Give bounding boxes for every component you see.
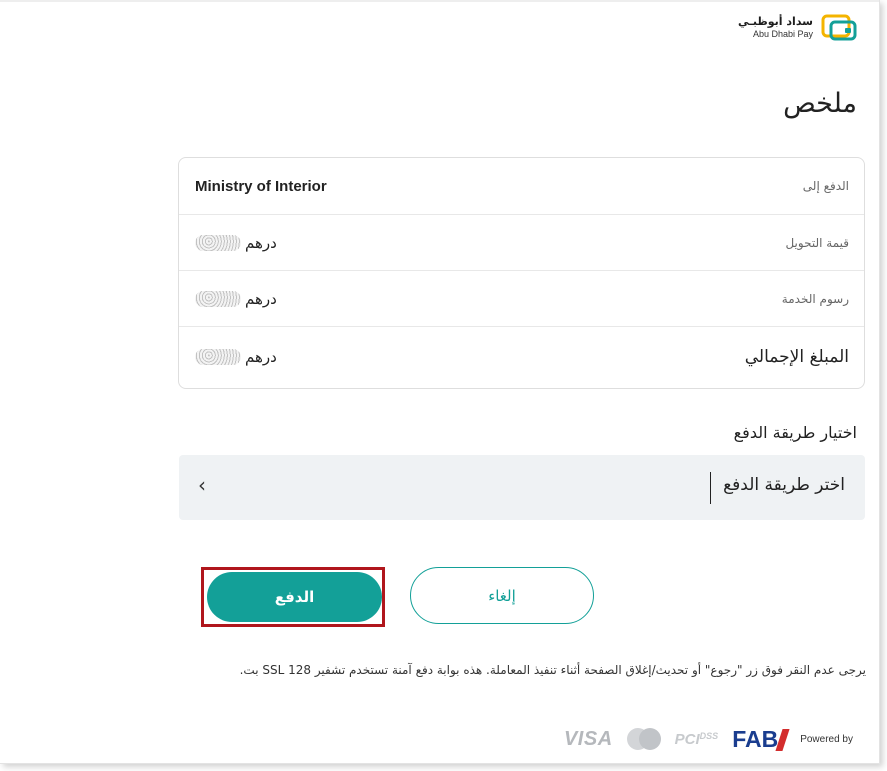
summary-row-service-fee: درهم رسوم الخدمة (179, 270, 864, 326)
fab-logo: FAB (732, 725, 790, 752)
service-fee-value: درهم (195, 290, 277, 308)
transfer-amount-label: قيمة التحويل (785, 235, 849, 250)
payment-method-placeholder: اختر طريقة الدفع (723, 475, 845, 495)
security-notice: يرجى عدم النقر فوق زر "رجوع" أو تحديث/إغ… (239, 663, 866, 677)
pay-to-value: Ministry of Interior (195, 177, 327, 195)
total-value: درهم (195, 348, 277, 366)
payment-page: سداد أبوظبـي Abu Dhabi Pay ملخص Ministry… (0, 0, 880, 764)
wallet-logo-icon (821, 14, 857, 41)
pay-button[interactable]: الدفع (207, 572, 382, 622)
service-fee-label: رسوم الخدمة (781, 291, 849, 306)
visa-logo: VISA (563, 727, 613, 750)
summary-row-pay-to: Ministry of Interior الدفع إلى (179, 158, 864, 214)
summary-row-total: درهم المبلغ الإجمالي (179, 326, 864, 387)
transfer-amount-currency: درهم (245, 233, 277, 252)
total-label: المبلغ الإجمالي (744, 347, 849, 367)
logo-name-en: Abu Dhabi Pay (752, 28, 813, 39)
payment-method-select[interactable]: اختر طريقة الدفع ‹ (179, 455, 865, 520)
text-cursor (710, 472, 711, 504)
pci-dss-logo: PCIDSS (675, 731, 719, 748)
powered-by-label: Powered by (800, 733, 853, 745)
redacted-amount (195, 234, 241, 251)
mastercard-icon (626, 728, 661, 750)
summary-row-transfer-amount: درهم قيمة التحويل (179, 214, 864, 270)
summary-card: Ministry of Interior الدفع إلى درهم قيمة… (178, 157, 865, 389)
fab-text: FAB (732, 725, 779, 752)
total-currency: درهم (245, 348, 277, 366)
top-divider (0, 0, 879, 2)
transfer-amount-value: درهم (195, 234, 277, 252)
pci-text: PCI (674, 730, 700, 748)
cancel-button[interactable]: إلغاء (410, 567, 594, 624)
redacted-amount (195, 290, 241, 307)
pay-to-label: الدفع إلى (802, 179, 849, 193)
abu-dhabi-pay-logo: سداد أبوظبـي Abu Dhabi Pay (738, 12, 857, 42)
service-fee-currency: درهم (245, 289, 277, 308)
page-title: ملخص (783, 88, 857, 119)
dss-text: DSS (699, 730, 719, 741)
payment-partners-footer: VISA PCIDSS FAB Powered by (564, 722, 853, 756)
logo-name-ar: سداد أبوظبـي (738, 14, 813, 28)
redacted-amount (195, 349, 241, 365)
payment-method-heading: اختيار طريقة الدفع (733, 423, 857, 442)
chevron-left-icon: ‹ (198, 473, 206, 497)
logo-wordmark: سداد أبوظبـي Abu Dhabi Pay (738, 16, 813, 39)
